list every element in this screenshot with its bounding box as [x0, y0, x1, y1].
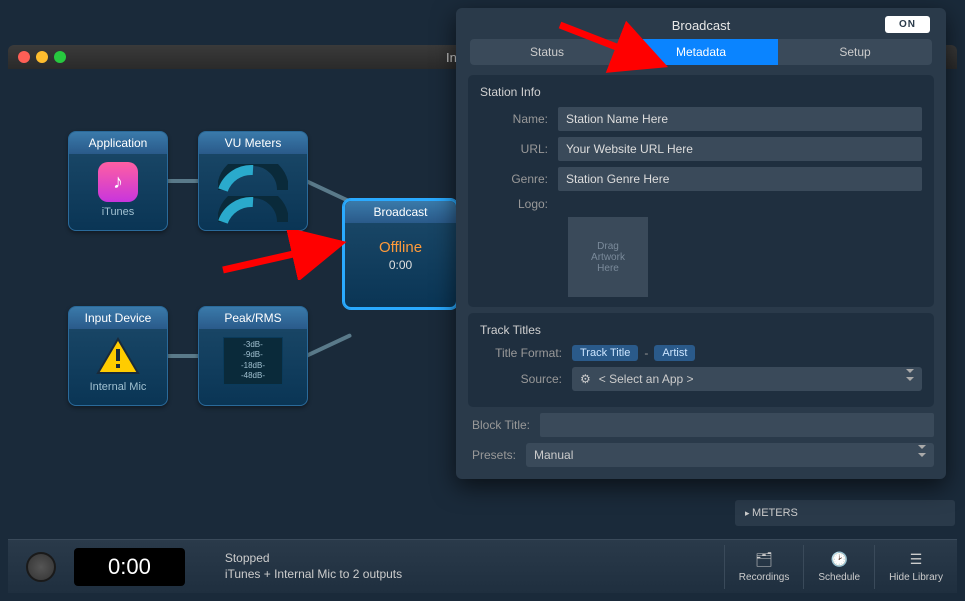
annotation-arrow-icon: [218, 230, 348, 280]
node-input-label: Internal Mic: [90, 381, 147, 393]
station-info-heading: Station Info: [480, 85, 922, 99]
url-input[interactable]: [558, 137, 922, 161]
source-label: Source:: [480, 372, 572, 386]
track-titles-heading: Track Titles: [480, 323, 922, 337]
name-label: Name:: [480, 112, 558, 126]
minimize-icon[interactable]: [36, 51, 48, 63]
node-application-label: iTunes: [102, 206, 135, 218]
transport-bar: 0:00 Stopped iTunes + Internal Mic to 2 …: [8, 539, 957, 593]
time-display: 0:00: [74, 548, 185, 586]
itunes-icon: ♪: [98, 162, 138, 202]
app-icon: ⚙: [580, 372, 591, 386]
tabbar: Status Metadata Setup: [470, 39, 932, 65]
node-input-header: Input Device: [69, 307, 167, 329]
node-vu-header: VU Meters: [199, 132, 307, 154]
block-title-label: Block Title:: [468, 418, 540, 432]
record-button[interactable]: [26, 552, 56, 582]
annotation-arrow-icon: [555, 20, 675, 80]
recordings-icon: 🗂: [755, 551, 773, 569]
meters-header[interactable]: METERS: [735, 500, 955, 526]
block-title-input[interactable]: [540, 413, 934, 437]
broadcast-on-toggle[interactable]: ON: [885, 16, 930, 33]
node-peak-header: Peak/RMS: [199, 307, 307, 329]
vu-gauge-icon: [218, 196, 288, 224]
transport-routing: iTunes + Internal Mic to 2 outputs: [225, 567, 402, 583]
peak-meter: -3dB- -9dB- -18dB- -48dB-: [223, 337, 283, 385]
node-vu-meters[interactable]: VU Meters: [198, 131, 308, 231]
broadcast-time: 0:00: [389, 258, 412, 272]
list-icon: ☰: [907, 551, 925, 569]
panel-title: Broadcast ON: [456, 8, 946, 39]
genre-label: Genre:: [480, 172, 558, 186]
node-application-header: Application: [69, 132, 167, 154]
node-input-device[interactable]: Input Device Internal Mic: [68, 306, 168, 406]
node-broadcast[interactable]: Broadcast Offline 0:00: [343, 199, 458, 309]
node-broadcast-header: Broadcast: [345, 201, 456, 223]
presets-label: Presets:: [468, 448, 526, 462]
vu-gauge-icon: [218, 164, 288, 192]
node-application[interactable]: Application ♪ iTunes: [68, 131, 168, 231]
logo-label: Logo:: [480, 197, 558, 211]
logo-dropzone[interactable]: Drag Artwork Here: [568, 217, 648, 297]
track-title-tag[interactable]: Track Title: [572, 345, 638, 361]
transport-status: Stopped: [225, 551, 402, 567]
recordings-button[interactable]: 🗂 Recordings: [724, 545, 804, 589]
tab-setup[interactable]: Setup: [778, 39, 932, 65]
genre-input[interactable]: [558, 167, 922, 191]
artist-tag[interactable]: Artist: [654, 345, 695, 361]
source-select[interactable]: ⚙ < Select an App >: [572, 367, 922, 391]
clock-icon: 🕑: [830, 551, 848, 569]
name-input[interactable]: [558, 107, 922, 131]
separator: -: [638, 346, 654, 360]
maximize-icon[interactable]: [54, 51, 66, 63]
close-icon[interactable]: [18, 51, 30, 63]
presets-select[interactable]: Manual: [526, 443, 934, 467]
track-titles-section: Track Titles Title Format: Track Title -…: [468, 313, 934, 407]
title-format-label: Title Format:: [480, 346, 572, 360]
schedule-button[interactable]: 🕑 Schedule: [803, 545, 874, 589]
hide-library-button[interactable]: ☰ Hide Library: [874, 545, 957, 589]
broadcast-status: Offline: [379, 239, 422, 256]
url-label: URL:: [480, 142, 558, 156]
broadcast-settings-panel: Broadcast ON Status Metadata Setup Stati…: [456, 8, 946, 479]
warning-icon: [96, 337, 140, 377]
node-peak-rms[interactable]: Peak/RMS -3dB- -9dB- -18dB- -48dB-: [198, 306, 308, 406]
station-info-section: Station Info Name: URL: Genre: Logo: Dra…: [468, 75, 934, 307]
